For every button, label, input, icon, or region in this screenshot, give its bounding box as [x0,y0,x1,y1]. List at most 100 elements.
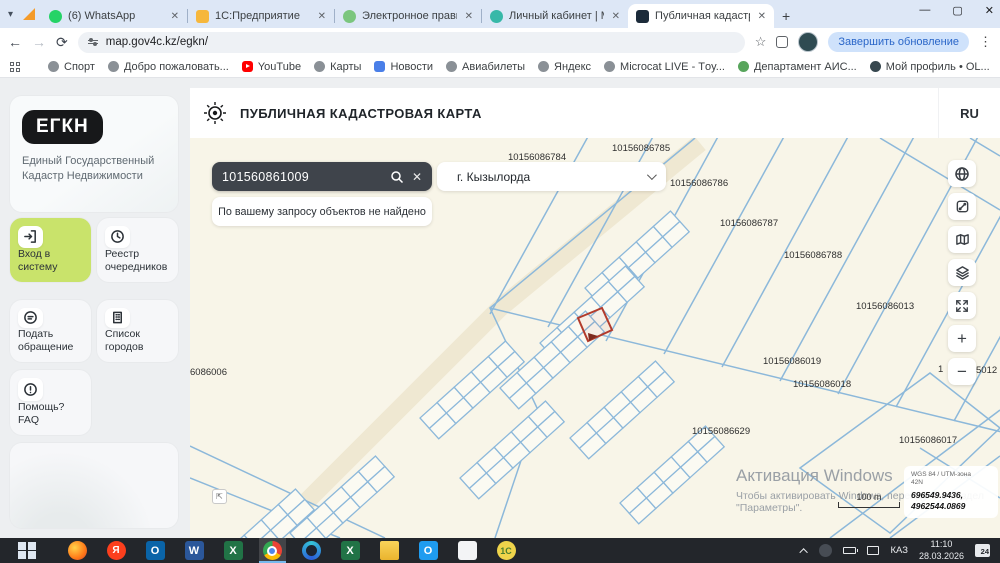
window-maximize-button[interactable]: ▢ [952,4,962,17]
reload-button[interactable]: ⟳ [56,34,68,51]
window-close-button[interactable]: ✕ [985,4,994,17]
map-legend-button[interactable] [948,226,976,253]
taskbar-1c-icon[interactable]: 1С [493,538,520,563]
start-button[interactable] [18,541,36,560]
profile-avatar[interactable] [798,32,819,52]
sidebar-item-city-list[interactable]: Список городов [97,300,178,362]
taskbar-outlook-2-icon[interactable]: O [415,538,442,563]
bookmark-microcat[interactable]: Microcat LIVE - Тoy... [604,61,725,73]
finish-update-button[interactable]: Завершить обновление [828,32,969,52]
site-settings-icon[interactable] [87,37,98,47]
bookmark-profile[interactable]: Мой профиль • OL... [869,61,990,73]
tab-close-icon[interactable]: ✕ [169,11,181,22]
apps-grid-icon[interactable] [10,61,20,72]
globe-favicon [446,61,458,72]
search-icon[interactable] [390,170,404,184]
battery-icon[interactable] [843,547,859,554]
city-dropdown[interactable]: г. Кызылорда [437,162,666,191]
fullscreen-button[interactable] [948,292,976,319]
egkn-subtitle: Единый Государственный Кадастр Недвижимо… [22,155,155,182]
taskbar-edge-icon[interactable] [298,538,325,563]
browser-menu-icon[interactable]: ⋮ [979,34,992,50]
bookmark-department[interactable]: Департамент АИС... [737,61,857,73]
cadastral-label: 10156086013 [856,301,915,312]
cadastral-map-favicon [636,9,650,23]
language-switcher[interactable]: RU [938,88,1000,138]
bookmark-star-icon[interactable]: ☆ [755,34,767,50]
bookmark-yandex[interactable]: Яндекс [538,61,591,73]
clock[interactable]: 11:10 28.03.2026 [919,539,964,562]
taskbar-chrome-icon-active[interactable] [258,538,286,563]
bookmark-welcome[interactable]: Добро пожаловать... [107,61,229,73]
back-button[interactable]: ← [8,34,22,50]
chat-icon [18,308,43,328]
bookmark-tickets[interactable]: Авиабилеты [446,61,525,73]
system-tray: КАЗ 11:10 28.03.2026 24 [799,539,1000,562]
tab-whatsapp[interactable]: (6) WhatsApp ✕ [41,4,187,28]
tab-label: 1С:Предприятие [215,10,300,22]
display-icon[interactable] [867,546,880,555]
window-minimize-button[interactable]: — [919,4,930,17]
bookmark-maps[interactable]: Карты [314,61,361,73]
tab-1c[interactable]: 1С:Предприятие ✕ [188,4,334,28]
taskbar-file-explorer-icon[interactable] [376,538,403,563]
tab-close-icon[interactable]: ✕ [463,11,475,22]
tab-label: Публичная кадастровая карта [655,10,750,22]
measure-button[interactable] [948,193,976,220]
layers-button[interactable] [948,259,976,286]
taskbar-excel-icon[interactable]: X [220,538,247,563]
reading-list-icon[interactable] [776,36,789,48]
taskbar-yandex-browser-icon[interactable]: Я [103,538,130,563]
tab-group-marker-icon[interactable] [23,8,36,20]
basemap-globe-button[interactable] [948,160,976,187]
tab-egov[interactable]: Электронное правительство Р ✕ [335,4,481,28]
bookmark-sport[interactable]: Спорт [48,61,95,73]
tray-app-icon[interactable] [819,544,833,557]
sidebar-item-help-faq[interactable]: Помощь? FAQ [10,370,91,435]
chevron-down-icon [646,170,657,181]
info-icon [18,378,43,401]
cadastral-label: 10156086786 [670,178,729,189]
tab-close-icon[interactable]: ✕ [756,11,768,22]
page-content: ЕГКН Единый Государственный Кадастр Недв… [0,78,1000,538]
egkn-brand-card: ЕГКН Единый Государственный Кадастр Недв… [10,96,178,212]
youtube-favicon [241,61,253,72]
tab-close-icon[interactable]: ✕ [316,11,328,22]
bookmark-news[interactable]: Новости [374,61,433,73]
map-scale-bar: 100 m [838,492,900,508]
whatsapp-favicon [49,9,63,23]
tray-expand-icon[interactable] [799,547,809,557]
cadastral-label: 6086006 [190,367,227,378]
sidebar-item-submit-appeal[interactable]: Подать обращение [10,300,91,362]
zoom-in-button[interactable]: + [948,325,976,352]
taskbar-outlook-icon[interactable]: O [142,538,169,563]
zoom-out-button[interactable]: − [948,358,976,385]
department-favicon [737,61,749,72]
tab-myegov[interactable]: Личный кабинет | My.Egov ✕ [482,4,628,28]
address-bar[interactable]: map.gov4c.kz/egkn/ [77,31,745,53]
bookmark-youtube[interactable]: YouTube [241,61,301,73]
taskbar-excel-2-icon[interactable]: X [337,538,364,563]
taskbar-firefox-icon[interactable] [64,538,91,563]
sidebar-decorative-card [10,443,178,528]
browser-toolbar: ← → ⟳ map.gov4c.kz/egkn/ ☆ Завершить обн… [0,28,1000,56]
tab-cadastral-map-active[interactable]: Публичная кадастровая карта ✕ [628,4,775,28]
url-text: map.gov4c.kz/egkn/ [105,36,209,48]
taskbar-word-icon[interactable]: W [181,538,208,563]
clear-search-icon[interactable]: ✕ [412,170,422,184]
cadastral-search-input[interactable]: 101560861009 ✕ [212,162,432,191]
tab-label: Электронное правительство Р [362,10,457,22]
cadastral-label: 10156086019 [763,356,822,367]
forward-button[interactable]: → [32,34,46,50]
notification-center-icon[interactable]: 24 [975,544,990,557]
sidebar-item-queue-registry[interactable]: Реестр очередников [97,218,178,282]
keyboard-language[interactable]: КАЗ [890,545,908,556]
tab-search-chevron-icon[interactable]: ▾ [8,9,13,20]
tab-close-icon[interactable]: ✕ [610,11,622,22]
attribution-button[interactable]: ⇱ [212,489,227,504]
taskbar-notepad-icon[interactable] [454,538,481,563]
map-canvas[interactable]: 10156086784 10156086785 10156086786 1015… [190,138,1000,538]
news-favicon [374,61,386,72]
sidebar-item-login[interactable]: Вход в систему [10,218,91,282]
new-tab-button[interactable]: + [782,8,790,24]
